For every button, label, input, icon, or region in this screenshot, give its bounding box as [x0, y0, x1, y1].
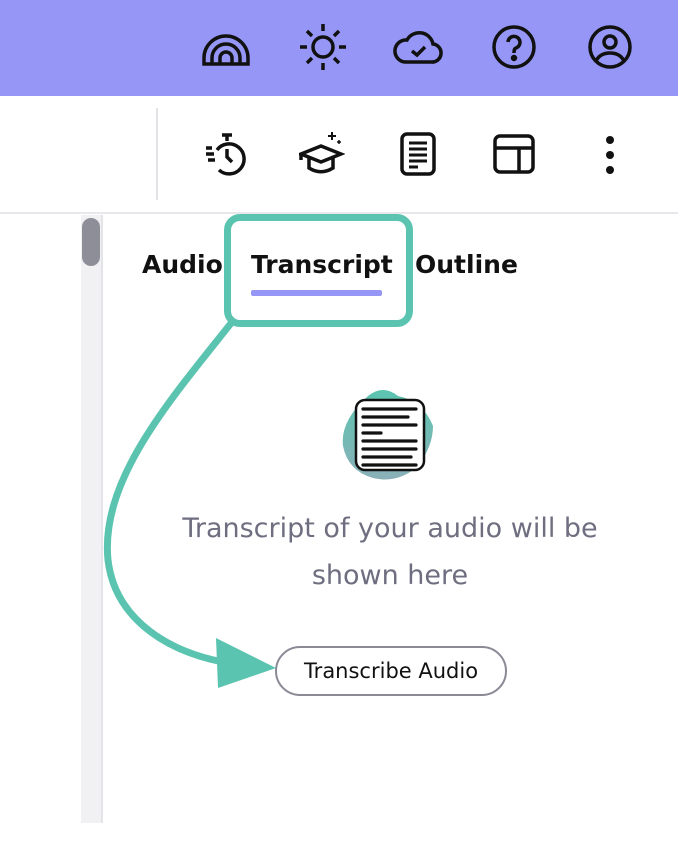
tab-outline[interactable]: Outline [415, 250, 518, 279]
scrollbar-track[interactable] [81, 215, 103, 823]
scrollbar-thumb[interactable] [82, 218, 100, 266]
empty-state-message: Transcript of your audio will be shown h… [182, 513, 598, 591]
transcript-document-icon [338, 386, 438, 486]
divider [156, 108, 158, 200]
more-vertical-icon[interactable] [598, 134, 622, 176]
rainbow-icon[interactable] [200, 28, 252, 68]
speed-timer-icon[interactable] [205, 132, 249, 176]
user-icon[interactable] [587, 24, 633, 70]
document-icon[interactable] [400, 132, 436, 176]
cloud-check-icon[interactable] [393, 28, 443, 66]
layout-icon[interactable] [493, 134, 535, 174]
sun-icon[interactable] [298, 22, 348, 72]
toolbar [0, 96, 678, 214]
highlight-box [224, 214, 413, 327]
help-icon[interactable] [491, 24, 537, 70]
graduation-cap-sparkle-icon[interactable] [299, 130, 345, 176]
tab-audio[interactable]: Audio [142, 250, 223, 279]
top-bar [0, 0, 678, 96]
transcribe-audio-button[interactable]: Transcribe Audio [275, 646, 507, 696]
